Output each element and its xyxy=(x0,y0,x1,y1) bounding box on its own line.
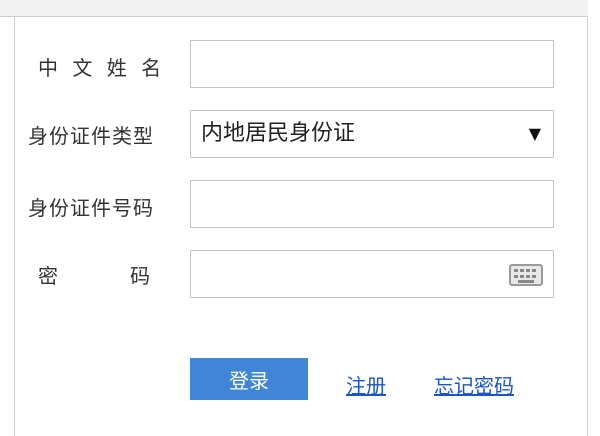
keyboard-icon[interactable] xyxy=(509,264,543,286)
id-type-selected-value: 内地居民身份证 xyxy=(201,121,356,146)
top-bar xyxy=(0,0,588,17)
password-input[interactable] xyxy=(191,251,553,297)
password-label: 密 码 xyxy=(38,250,184,298)
id-number-label: 身份证件号码 xyxy=(28,195,154,220)
password-field[interactable] xyxy=(190,250,554,298)
password-label-first: 密 xyxy=(38,263,59,288)
login-button[interactable]: 登录 xyxy=(190,358,308,400)
password-label-second: 码 xyxy=(130,263,151,288)
chinese-name-label: 中 文 姓 名 xyxy=(38,55,166,80)
register-link[interactable]: 注册 xyxy=(346,370,386,399)
id-type-select[interactable]: 内地居民身份证 ▼ xyxy=(190,110,554,158)
id-number-field[interactable] xyxy=(190,180,554,228)
chinese-name-field[interactable] xyxy=(190,40,554,88)
chinese-name-input[interactable] xyxy=(191,41,553,87)
chevron-down-icon[interactable]: ▼ xyxy=(529,111,541,157)
id-number-input[interactable] xyxy=(191,181,553,227)
forgot-password-link[interactable]: 忘记密码 xyxy=(434,370,514,399)
id-type-label: 身份证件类型 xyxy=(28,123,154,148)
